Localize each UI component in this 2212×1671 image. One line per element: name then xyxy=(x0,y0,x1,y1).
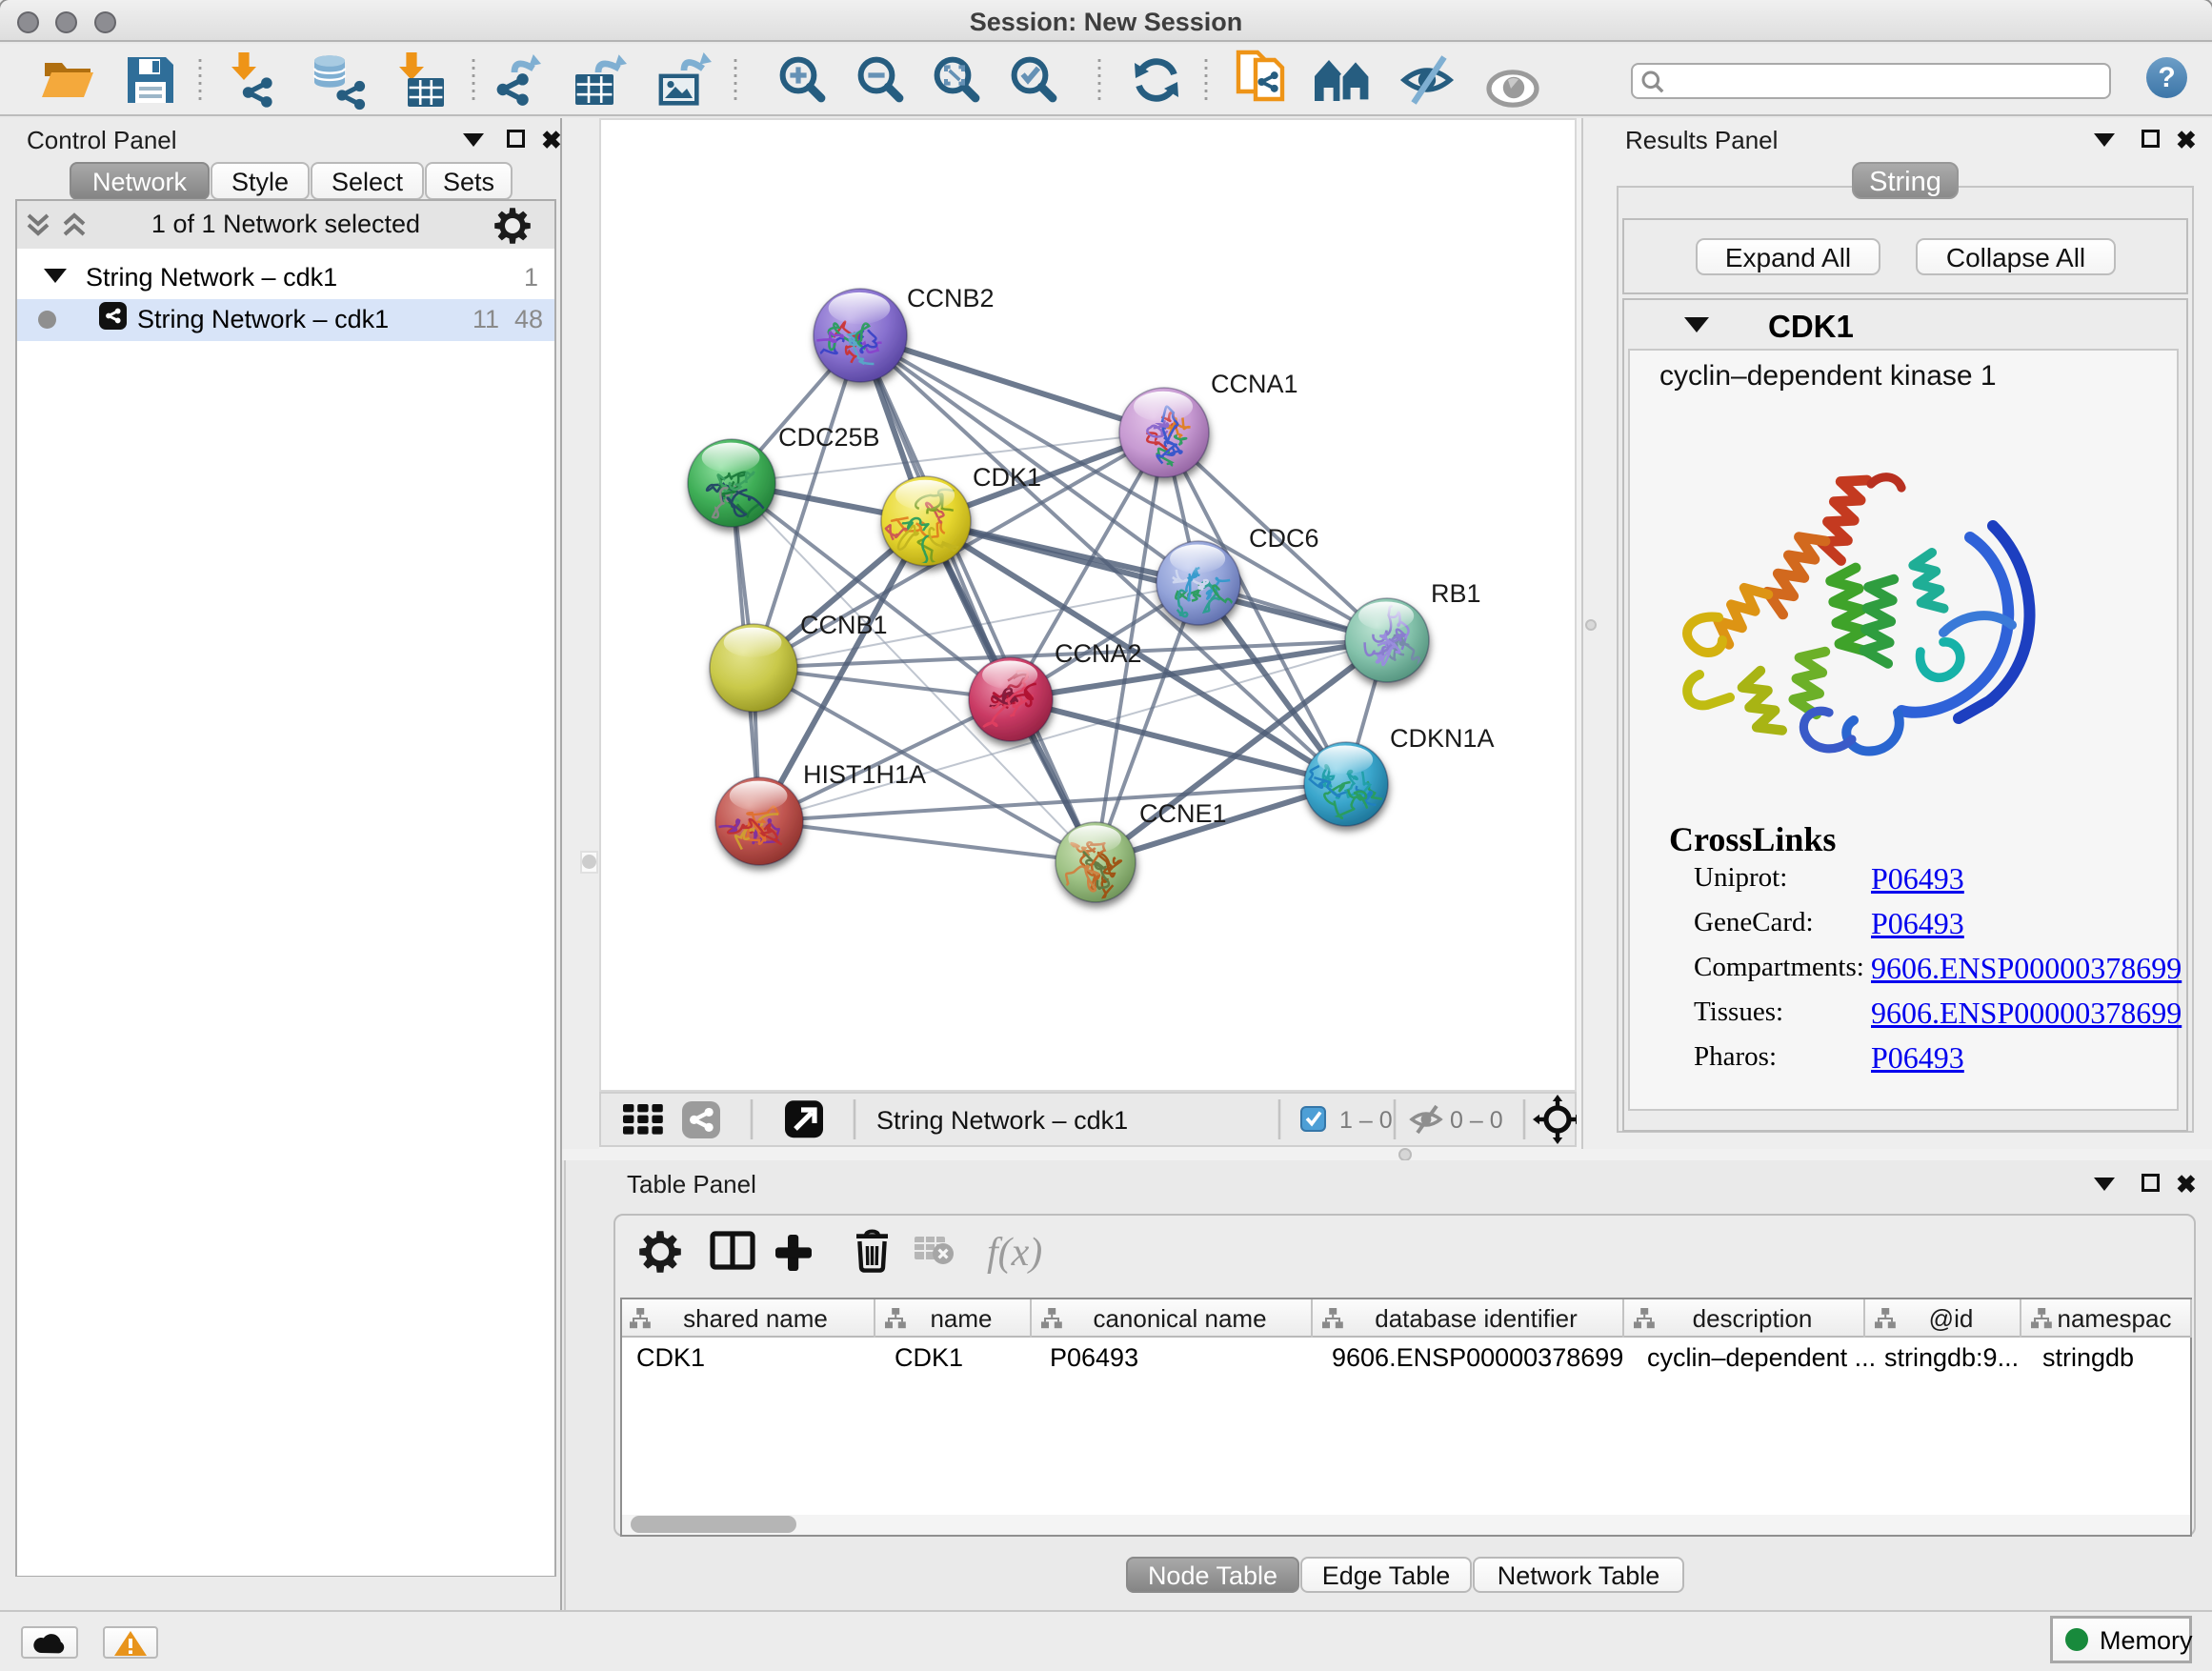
svg-text:CCNA1: CCNA1 xyxy=(1211,370,1298,398)
svg-text:RB1: RB1 xyxy=(1431,579,1481,608)
svg-text:HIST1H1A: HIST1H1A xyxy=(803,760,926,789)
svg-text:CCNE1: CCNE1 xyxy=(1139,799,1227,828)
svg-text:CDK1: CDK1 xyxy=(973,463,1041,492)
svg-text:CDKN1A: CDKN1A xyxy=(1390,724,1495,753)
svg-text:1 – 0: 1 – 0 xyxy=(1339,1107,1393,1134)
svg-text:f(x): f(x) xyxy=(987,1231,1042,1275)
svg-text:CCNB2: CCNB2 xyxy=(907,284,995,312)
svg-text:String Network – cdk1: String Network – cdk1 xyxy=(876,1106,1128,1135)
svg-text:CDC6: CDC6 xyxy=(1249,524,1319,553)
svg-text:0 – 0: 0 – 0 xyxy=(1450,1107,1503,1134)
svg-text:CCNA2: CCNA2 xyxy=(1055,639,1142,668)
svg-text:CDC25B: CDC25B xyxy=(778,423,880,452)
svg-text:CCNB1: CCNB1 xyxy=(800,611,888,639)
